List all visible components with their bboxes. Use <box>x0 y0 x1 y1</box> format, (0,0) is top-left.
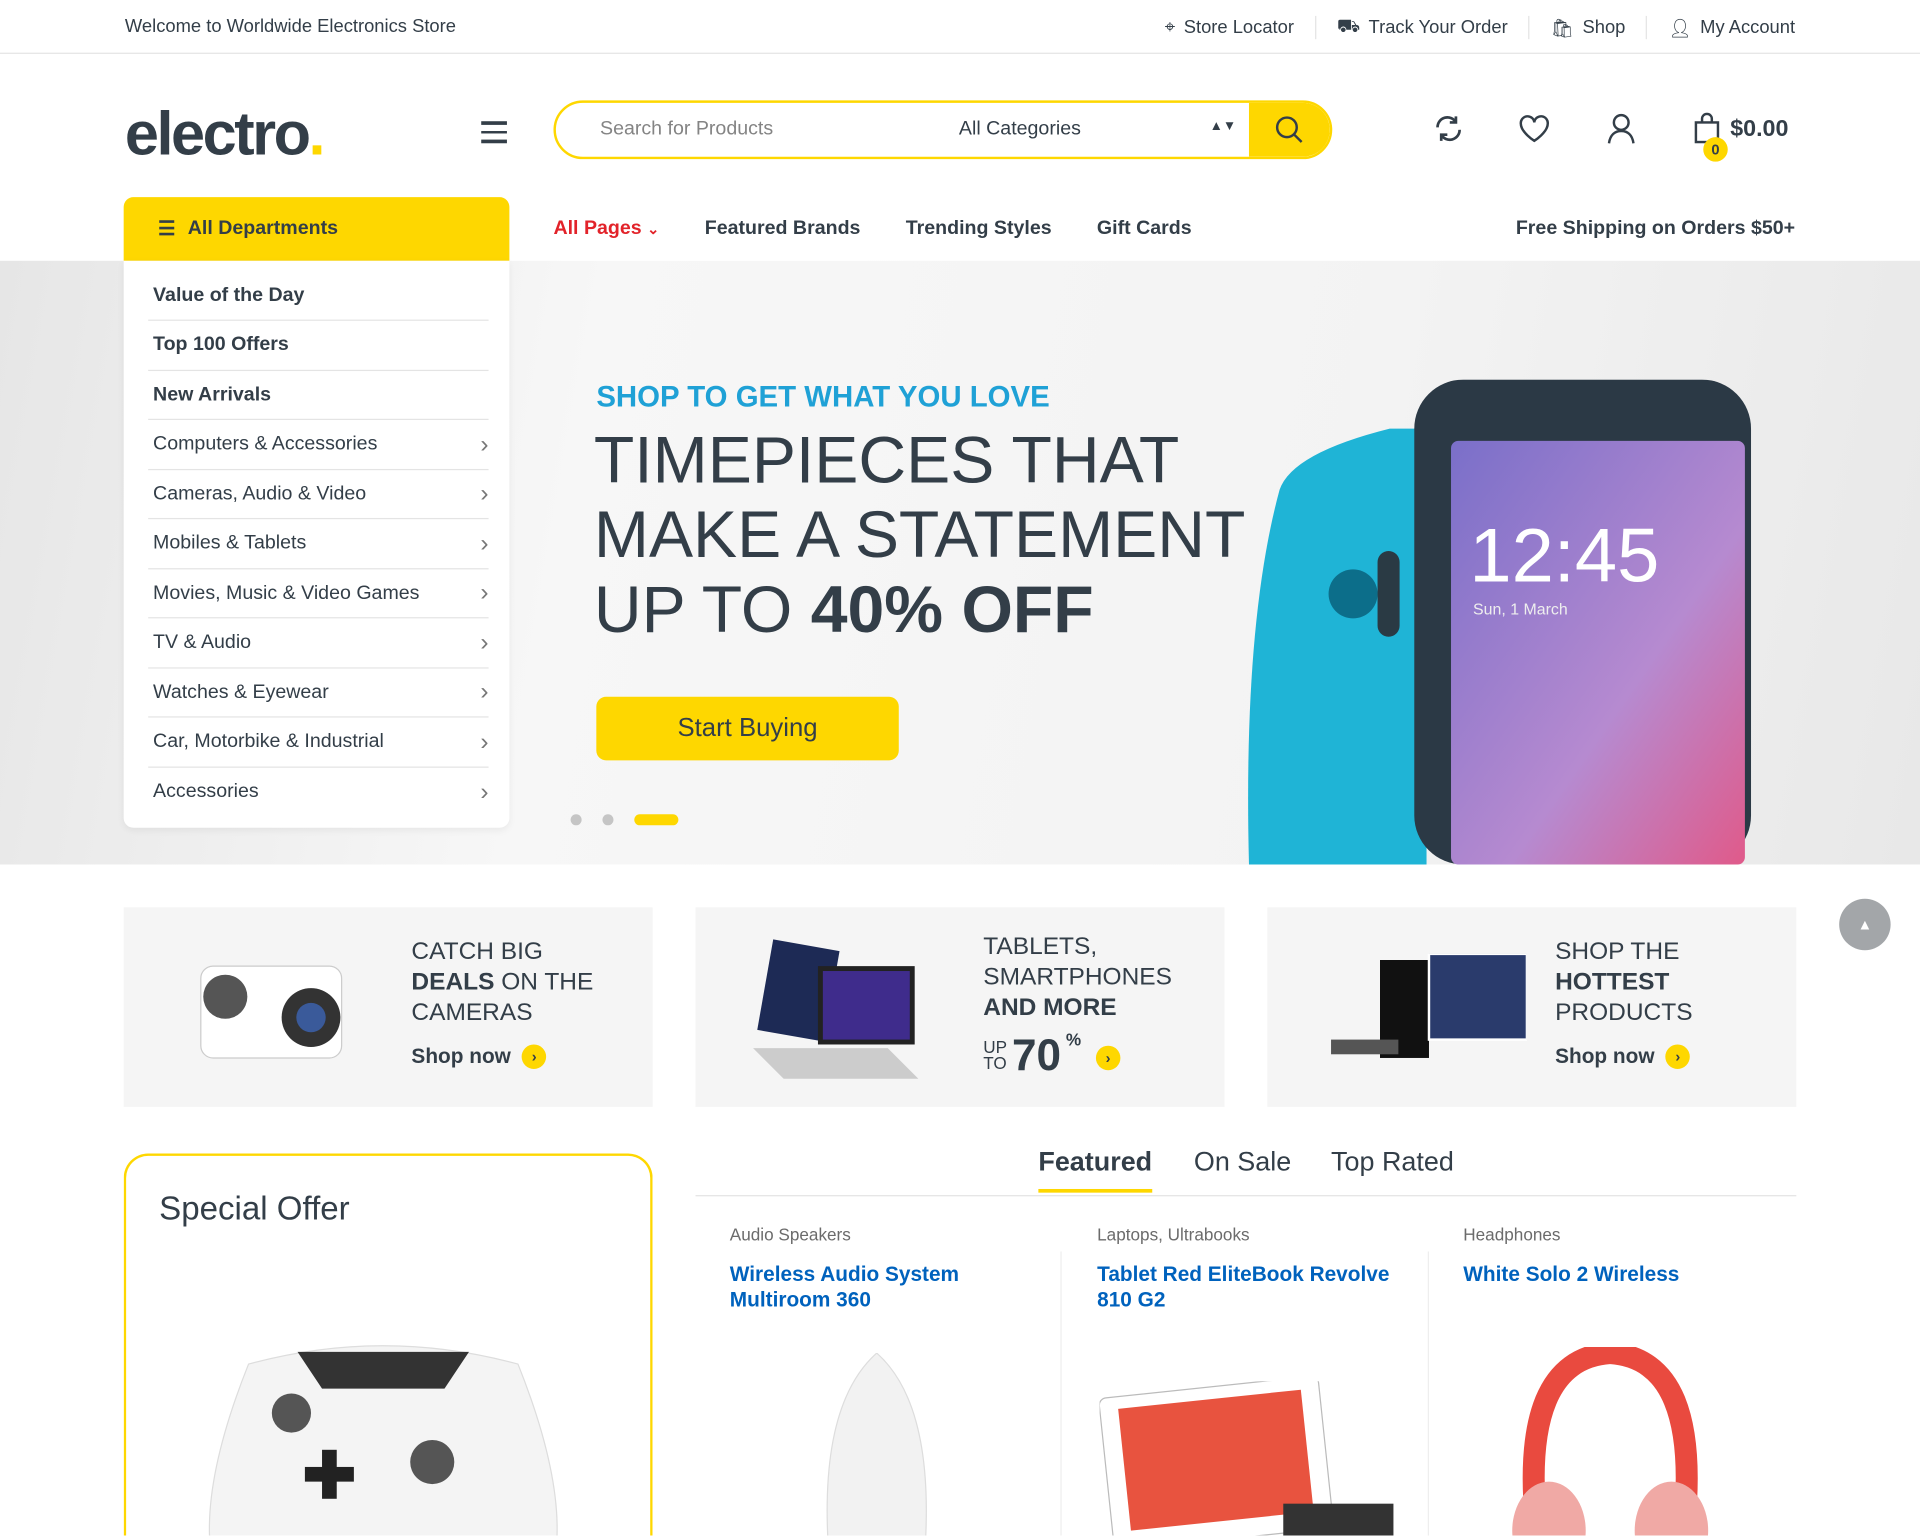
menu-item[interactable]: Mobiles & Tablets › <box>148 520 489 569</box>
chevron-up-icon: ▲ <box>1857 915 1873 934</box>
cart-count-badge: 0 <box>1703 137 1728 162</box>
slider-dots <box>570 814 679 826</box>
menu-item[interactable]: TV & Audio › <box>148 619 489 668</box>
chevron-right-icon: › <box>480 628 489 656</box>
all-departments-button[interactable]: ☰ All Departments <box>123 197 510 261</box>
chevron-right-icon: › <box>480 727 489 755</box>
menu-item[interactable]: Accessories › <box>148 768 489 817</box>
compare-icon[interactable] <box>1433 113 1465 145</box>
logo[interactable]: electro. <box>125 98 326 169</box>
slide-dot-active[interactable] <box>634 814 679 826</box>
my-account-link[interactable]: 👤︎ My Account <box>1646 15 1795 40</box>
welcome-text: Welcome to Worldwide Electronics Store <box>124 15 456 37</box>
shop-link[interactable]: 🛍︎ Shop <box>1528 15 1647 40</box>
chevron-right-icon: › <box>480 480 489 507</box>
menu-item[interactable]: Top 100 Offers <box>148 321 489 371</box>
banner-tablets[interactable]: TABLETS, SMARTPHONES AND MORE UP TO 70% › <box>695 907 1225 1107</box>
search-button[interactable] <box>1248 102 1330 157</box>
laptop-tablet-image <box>753 939 919 1079</box>
svg-text:Sun, 1 March: Sun, 1 March <box>1473 602 1568 619</box>
hero-kicker: SHOP TO GET WHAT YOU LOVE <box>596 380 1050 414</box>
chevron-right-icon: › <box>480 678 489 706</box>
product-category: Laptops, Ultrabooks <box>1097 1224 1250 1245</box>
arrow-right-icon: › <box>1665 1044 1691 1069</box>
menu-item[interactable]: Computers & Accessories › <box>148 421 489 470</box>
track-order-link[interactable]: ⛟ Track Your Order <box>1314 15 1529 40</box>
search-bar: All Categories▲▼ <box>553 100 1333 160</box>
scroll-to-top-button[interactable]: ▲ <box>1839 898 1891 951</box>
smartphone-image: 12:45 Sun, 1 March <box>1248 379 1752 865</box>
special-offer-card: Special Offer <box>123 1153 653 1536</box>
product-card[interactable]: Laptops, Ultrabooks Tablet Red EliteBook… <box>1097 1224 1428 1536</box>
sort-arrows-icon: ▲▼ <box>1209 118 1237 134</box>
banner-cameras[interactable]: CATCH BIG DEALS ON THE CAMERAS Shop now › <box>123 907 653 1107</box>
store-locator-link[interactable]: ⌖ Store Locator <box>1144 16 1315 39</box>
menu-item[interactable]: Movies, Music & Video Games › <box>148 569 489 619</box>
departments-menu: Value of the Day Top 100 Offers New Arriva… <box>123 260 510 828</box>
heart-icon[interactable] <box>1518 113 1550 145</box>
arrow-right-icon: › <box>521 1044 547 1069</box>
search-icon <box>1275 116 1303 143</box>
product-title: White Solo 2 Wireless <box>1463 1262 1680 1286</box>
chevron-right-icon: › <box>480 430 489 458</box>
chevron-down-icon: ⌄ <box>647 220 660 238</box>
camera-image <box>200 965 343 1059</box>
banner-hottest[interactable]: SHOP THE HOTTEST PRODUCTS Shop now › <box>1267 907 1797 1107</box>
tab-featured[interactable]: Featured <box>1038 1146 1153 1193</box>
shopping-bag-icon: 🛍︎ <box>1550 17 1574 39</box>
list-icon: ☰ <box>157 219 176 241</box>
account-icon[interactable] <box>1605 113 1637 145</box>
headphones-image <box>1512 1346 1709 1536</box>
start-buying-button[interactable]: Start Buying <box>596 696 899 761</box>
nav-trending-styles[interactable]: Trending Styles <box>906 218 1052 240</box>
desktop-computer-image <box>1331 953 1527 1058</box>
tab-on-sale[interactable]: On Sale <box>1194 1146 1291 1178</box>
product-tabs: Featured On Sale Top Rated <box>695 1146 1797 1197</box>
hamburger-menu-icon[interactable] <box>481 121 507 149</box>
product-title: Wireless Audio System Multiroom 360 <box>729 1262 960 1312</box>
chevron-right-icon: › <box>480 579 489 607</box>
search-input[interactable] <box>597 117 950 143</box>
hero-title: TIMEPIECES THAT MAKE A STATEMENT UP TO 40%… <box>593 423 1246 647</box>
chevron-right-icon: › <box>480 529 489 557</box>
special-offer-title: Special Offer <box>159 1190 350 1227</box>
top-bar: Welcome to Worldwide Electronics Store ⌖… <box>0 0 1920 54</box>
menu-item[interactable]: Car, Motorbike & Industrial › <box>148 718 489 768</box>
nav-all-pages[interactable]: All Pages ⌄ <box>553 218 659 240</box>
category-select[interactable]: All Categories ▲▼ <box>959 119 1249 141</box>
nav-featured-brands[interactable]: Featured Brands <box>705 218 861 240</box>
svg-text:12:45: 12:45 <box>1469 514 1659 599</box>
game-controller-image <box>208 1345 558 1536</box>
main-nav: All Pages ⌄ Featured Brands Trending Sty… <box>553 218 1191 240</box>
slide-dot[interactable] <box>570 814 582 826</box>
nav-gift-cards[interactable]: Gift Cards <box>1097 218 1192 240</box>
tablet-image <box>1099 1381 1394 1536</box>
slide-dot[interactable] <box>602 814 614 826</box>
product-card[interactable]: Headphones White Solo 2 Wireless <box>1463 1224 1794 1536</box>
user-icon: 👤︎ <box>1668 17 1692 39</box>
menu-item[interactable]: Cameras, Audio & Video › <box>148 470 489 520</box>
product-category: Headphones <box>1463 1224 1561 1245</box>
map-pin-icon: ⌖ <box>1164 17 1176 38</box>
product-card[interactable]: Audio Speakers Wireless Audio System Mul… <box>729 1224 1061 1536</box>
product-category: Audio Speakers <box>729 1224 851 1245</box>
menu-item[interactable]: Value of the Day <box>148 272 489 321</box>
arrow-right-icon: › <box>1095 1045 1121 1071</box>
free-shipping-text: Free Shipping on Orders $50+ <box>1515 217 1796 239</box>
menu-item[interactable]: Watches & Eyewear › <box>148 669 489 718</box>
speaker-image <box>826 1353 927 1536</box>
chevron-right-icon: › <box>480 778 489 806</box>
menu-item[interactable]: New Arrivals <box>148 371 489 421</box>
tab-top-rated[interactable]: Top Rated <box>1331 1146 1454 1178</box>
cart-total[interactable]: $0.00 <box>1730 116 1788 143</box>
product-title: Tablet Red EliteBook Revolve 810 G2 <box>1097 1262 1390 1312</box>
truck-icon: ⛟ <box>1336 15 1360 37</box>
